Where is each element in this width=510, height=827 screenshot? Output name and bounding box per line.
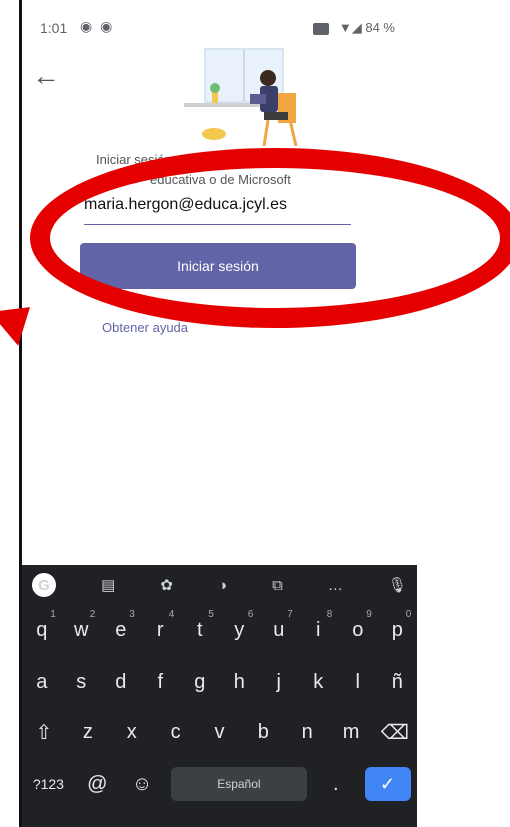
at-key[interactable]: @ [81, 763, 113, 805]
space-key[interactable]: Español [170, 767, 307, 801]
key[interactable]: l [342, 661, 374, 703]
key[interactable]: q1 [26, 609, 58, 651]
status-time: 1:01 [40, 20, 68, 36]
key-row-4: ?123 @ ☺ Español . ✓ [22, 763, 417, 805]
key-row-2: a s d f g h j k l ñ [22, 661, 417, 703]
google-icon[interactable]: G [32, 573, 56, 597]
phone-screen: 1:01 ◉ ◉ ▼◢ 84 % ← Iniciar sesión educat… [19, 0, 417, 827]
key-row-1: q1 w2 e3 r4 t5 y6 u7 i8 o9 p0 [22, 609, 417, 651]
status-right: ▼◢ 84 % [313, 20, 395, 36]
clipboard-icon[interactable]: ▤ [101, 576, 115, 594]
key[interactable]: i8 [302, 609, 334, 651]
key[interactable]: w2 [65, 609, 97, 651]
help-link[interactable]: Obtener ayuda [102, 320, 188, 335]
backspace-key[interactable]: ⌫ [379, 711, 411, 753]
emoji-key[interactable]: ☺ [126, 763, 158, 805]
shift-key[interactable]: ⇧ [28, 711, 60, 753]
mic-off-icon[interactable]: 🎙 [388, 576, 407, 594]
period-key[interactable]: . [320, 763, 352, 805]
back-arrow-icon[interactable]: ← [32, 60, 60, 92]
key[interactable]: j [263, 661, 295, 703]
key[interactable]: o9 [342, 609, 374, 651]
key[interactable]: m [335, 711, 367, 753]
settings-icon[interactable]: ✿ [160, 576, 173, 594]
on-screen-keyboard: G ▤ ✿ ◑ ⧉ … 🎙 q1 w2 e3 r4 t5 y6 u7 i8 o9… [22, 565, 417, 827]
battery-level: 84 % [365, 20, 395, 35]
key[interactable]: k [302, 661, 334, 703]
key[interactable]: e3 [105, 609, 137, 651]
key[interactable]: p0 [381, 609, 413, 651]
key[interactable]: c [160, 711, 192, 753]
status-bar: 1:01 ◉ ◉ ▼◢ 84 % [22, 0, 417, 52]
key[interactable]: u7 [263, 609, 295, 651]
key[interactable]: ñ [381, 661, 413, 703]
status-icons: ◉ ◉ [80, 18, 115, 34]
key[interactable]: y6 [223, 609, 255, 651]
key-row-3: ⇧ z x c v b n m ⌫ [22, 711, 417, 753]
key[interactable]: h [223, 661, 255, 703]
key[interactable]: s [65, 661, 97, 703]
key[interactable]: t5 [184, 609, 216, 651]
resize-icon[interactable]: ⧉ [272, 577, 283, 594]
key[interactable]: n [291, 711, 323, 753]
annotation-circle [30, 148, 510, 328]
theme-icon[interactable]: ◑ [218, 577, 227, 594]
key[interactable]: a [26, 661, 58, 703]
key[interactable]: f [144, 661, 176, 703]
signal-icon: ▼◢ [338, 20, 366, 35]
key[interactable]: r4 [144, 609, 176, 651]
key[interactable]: d [105, 661, 137, 703]
key[interactable]: z [72, 711, 104, 753]
key[interactable]: b [247, 711, 279, 753]
person-at-desk-illustration [184, 48, 298, 147]
cast-icon [313, 22, 330, 35]
key[interactable]: g [184, 661, 216, 703]
symbols-key[interactable]: ?123 [28, 763, 68, 805]
enter-key[interactable]: ✓ [364, 767, 411, 801]
keyboard-toolbar: G ▤ ✿ ◑ ⧉ … 🎙 [22, 565, 417, 605]
key[interactable]: v [203, 711, 235, 753]
more-icon[interactable]: … [328, 577, 343, 594]
key[interactable]: x [116, 711, 148, 753]
